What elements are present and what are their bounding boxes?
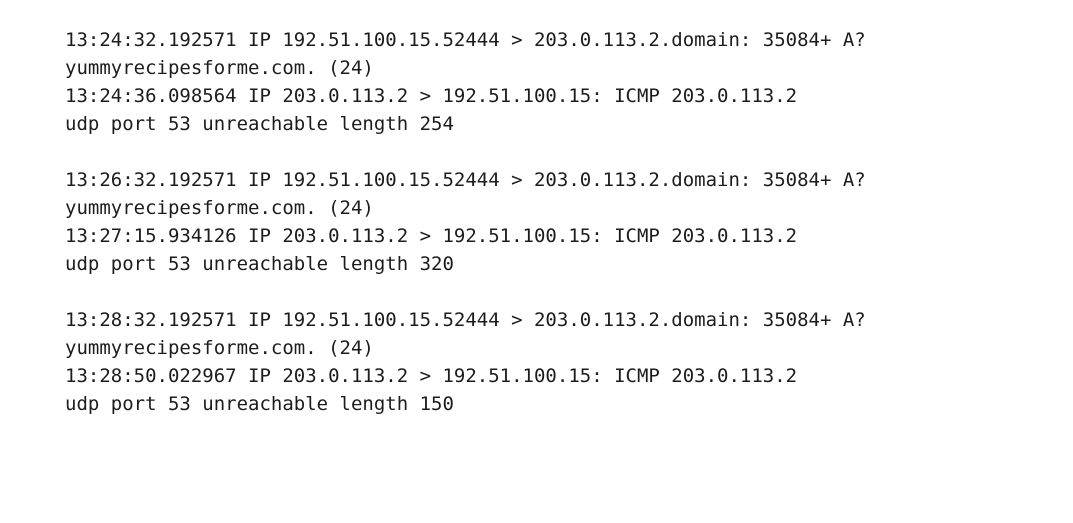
log-line: yummyrecipesforme.com. (24) <box>65 337 374 359</box>
log-line: 13:28:50.022967 IP 203.0.113.2 > 192.51.… <box>65 365 798 387</box>
log-line: udp port 53 unreachable length 150 <box>65 393 454 415</box>
log-line: 13:24:36.098564 IP 203.0.113.2 > 192.51.… <box>65 85 798 107</box>
packet-capture-log: 13:24:32.192571 IP 192.51.100.15.52444 >… <box>65 26 1065 446</box>
log-entry-group-1: 13:24:32.192571 IP 192.51.100.15.52444 >… <box>65 26 1065 138</box>
log-entry-group-3: 13:28:32.192571 IP 192.51.100.15.52444 >… <box>65 306 1065 418</box>
log-line: 13:27:15.934126 IP 203.0.113.2 > 192.51.… <box>65 225 798 247</box>
log-line: yummyrecipesforme.com. (24) <box>65 197 374 219</box>
log-line: 13:24:32.192571 IP 192.51.100.15.52444 >… <box>65 29 866 51</box>
log-line: udp port 53 unreachable length 320 <box>65 253 454 275</box>
log-line: 13:28:32.192571 IP 192.51.100.15.52444 >… <box>65 309 866 331</box>
log-line: 13:26:32.192571 IP 192.51.100.15.52444 >… <box>65 169 866 191</box>
log-entry-group-2: 13:26:32.192571 IP 192.51.100.15.52444 >… <box>65 166 1065 278</box>
log-line: yummyrecipesforme.com. (24) <box>65 57 374 79</box>
log-line: udp port 53 unreachable length 254 <box>65 113 454 135</box>
